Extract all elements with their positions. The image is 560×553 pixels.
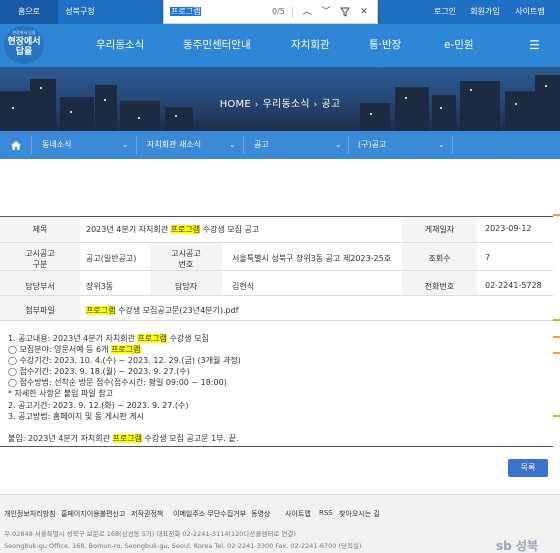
- table-row-divider: [0, 270, 553, 271]
- menu-icon[interactable]: ☰: [529, 24, 540, 67]
- list-button[interactable]: 목록: [508, 459, 548, 477]
- find-marker: [553, 214, 560, 216]
- post-title: 2023년 4분기 자치회관 프로그램 수강생 모집 공고: [86, 225, 260, 234]
- footer-logo: sb 성북: [496, 539, 538, 553]
- table-row-divider: [0, 320, 553, 321]
- subnav-divider: [348, 136, 349, 154]
- find-marker: [553, 319, 560, 321]
- home-link[interactable]: 홈으로: [0, 0, 58, 24]
- nav-item-e-civil[interactable]: e-민원: [444, 24, 474, 67]
- body-line: 2. 공고기간: 2023. 9. 12.(화) ~ 2023. 9. 27.(…: [8, 400, 189, 410]
- footer-address-kr: 우.02848 서울특별시 성북구 보문로 168(삼선동 5가) 대표전화 0…: [4, 530, 296, 538]
- notice-type-value: 공고(일반공고): [86, 254, 137, 263]
- district-office-link[interactable]: 성북구청: [58, 0, 102, 24]
- page-banner: HOME › 우리동소식 › 공고: [0, 67, 560, 131]
- find-in-page-bar: 프로그램 0/5 ︿ ﹀ ✕: [163, 0, 378, 24]
- chevron-down-icon[interactable]: ﹀: [319, 4, 333, 20]
- title-label: 제목: [0, 224, 80, 235]
- phone-value: 02-2241-5728: [485, 281, 542, 290]
- nav-item-tong-ban-leader[interactable]: 통·반장: [369, 24, 401, 67]
- footer-link-privacy[interactable]: 개인정보처리방침: [4, 509, 56, 519]
- close-icon[interactable]: ✕: [357, 4, 371, 20]
- breadcrumb-page: 공고: [321, 99, 341, 110]
- footer-link-rss[interactable]: RSS: [319, 509, 333, 517]
- main-navigation-bar: [0, 24, 560, 67]
- footer-link-directions[interactable]: 찾아오시는 길: [339, 509, 380, 519]
- find-match-count: 0/5: [272, 7, 285, 16]
- subnav-item-local-news[interactable]: 동네소식: [42, 131, 71, 159]
- footer-link-copyright[interactable]: 저작권정책: [131, 509, 163, 519]
- body-line: ◯ 수강기간: 2023. 10. 4.(수) ~ 2023. 12. 29.(…: [8, 356, 241, 366]
- subnav-divider: [136, 136, 137, 154]
- chevron-down-icon[interactable]: ⌄: [122, 131, 129, 159]
- notice-number-value: 서울특별시 성북구 장위3동 공고 제2023-25호: [232, 254, 392, 263]
- footer-link-report[interactable]: 홈페이지이용불편신고: [61, 509, 125, 519]
- subnav-divider: [452, 136, 453, 154]
- sub-navigation-bar: [0, 131, 560, 159]
- district-logo[interactable]: 현장에서 답을 현장에서 답을: [4, 26, 44, 64]
- attachment-label: 첨부파일: [25, 306, 55, 315]
- subnav-divider: [243, 136, 244, 154]
- body-line: 3. 공고방법: 홈페이지 및 동 게시판 게시: [8, 411, 144, 421]
- subnav-item-notices[interactable]: 공고: [254, 131, 269, 159]
- breadcrumb: HOME › 우리동소식 › 공고: [219, 99, 341, 110]
- sitemap-link[interactable]: 사이트맵: [510, 0, 550, 24]
- person-label: 담당자: [174, 282, 198, 291]
- table-row-divider: [0, 242, 553, 243]
- chevron-up-icon[interactable]: ︿: [300, 4, 314, 20]
- chevron-down-icon[interactable]: ⌄: [438, 131, 445, 159]
- filter-icon[interactable]: [338, 4, 352, 20]
- breadcrumb-home[interactable]: HOME: [220, 99, 251, 110]
- find-marker: [553, 352, 560, 354]
- attachment-file-link[interactable]: 프로그램 수강생 모집공고문(23년4분기).pdf: [86, 305, 239, 316]
- footer-link-sitemap[interactable]: 사이트맵: [285, 509, 311, 519]
- home-icon[interactable]: [4, 131, 28, 159]
- body-line: 1. 공고내용: 2023년 4분기 자치회관 프로그램 수강생 모집: [8, 334, 209, 343]
- signup-link[interactable]: 회원가입: [466, 0, 504, 24]
- department-value: 장위3동: [86, 282, 114, 291]
- chevron-down-icon[interactable]: ⌄: [335, 131, 342, 159]
- person-value: 김현식: [232, 282, 255, 291]
- nav-item-news[interactable]: 우리동소식: [96, 24, 144, 67]
- footer-link-video[interactable]: 동영상: [251, 509, 270, 519]
- notice-type-label: 고시공고 구분: [0, 248, 80, 270]
- views-value: 7: [485, 253, 491, 262]
- find-separator: [292, 6, 293, 18]
- body-line: ◯ 접수기간: 2023. 9. 18.(월) ~ 2023. 9. 27.(수…: [8, 367, 190, 377]
- subnav-item-hall-news[interactable]: 자치회관 새소식: [147, 131, 201, 159]
- nav-item-center-info[interactable]: 동주민센터안내: [183, 24, 251, 67]
- chevron-down-icon[interactable]: ⌄: [229, 131, 236, 159]
- post-body: 1. 공고내용: 2023년 4분기 자치회관 프로그램 수강생 모집 ◯ 모집…: [8, 333, 538, 444]
- views-label: 조회수: [428, 254, 451, 263]
- login-link[interactable]: 로그인: [430, 0, 460, 24]
- department-label: 담당부서: [25, 282, 55, 291]
- find-marker: [553, 415, 560, 417]
- body-line: [8, 422, 538, 433]
- phone-label: 전화번호: [424, 282, 455, 291]
- breadcrumb-section[interactable]: 우리동소식: [263, 99, 310, 110]
- table-bottom-border: [0, 446, 553, 447]
- date-label: 게재일자: [402, 224, 477, 235]
- table-row-divider: [0, 295, 553, 296]
- subnav-divider: [31, 136, 32, 154]
- find-marker: [553, 336, 560, 338]
- footer-link-email-policy[interactable]: 이메일주소 무단수집거부: [173, 509, 246, 519]
- body-line: ◯ 접수방법: 선착순 방문 접수(접수시간: 평일 09:00 ~ 18:00…: [8, 378, 227, 388]
- body-line: ◯ 모집분야: 영문서예 등 6개 프로그램: [8, 345, 141, 355]
- body-line: 붙임: 2023년 4분기 자치회관 프로그램 수강생 모집 공고문 1부. 끝…: [8, 433, 239, 443]
- date-value: 2023-09-12: [485, 224, 532, 233]
- body-line: * 자세한 사항은 붙임 파일 참고: [8, 389, 114, 399]
- notice-number-label: 고시공고 번호: [171, 249, 201, 269]
- footer-address-en: Seongbuk-gu Office, 168, Bomun-ro, Seong…: [4, 542, 362, 550]
- subnav-item-old-notices[interactable]: (구)공고: [358, 131, 386, 159]
- nav-item-community-hall[interactable]: 자치회관: [291, 24, 330, 67]
